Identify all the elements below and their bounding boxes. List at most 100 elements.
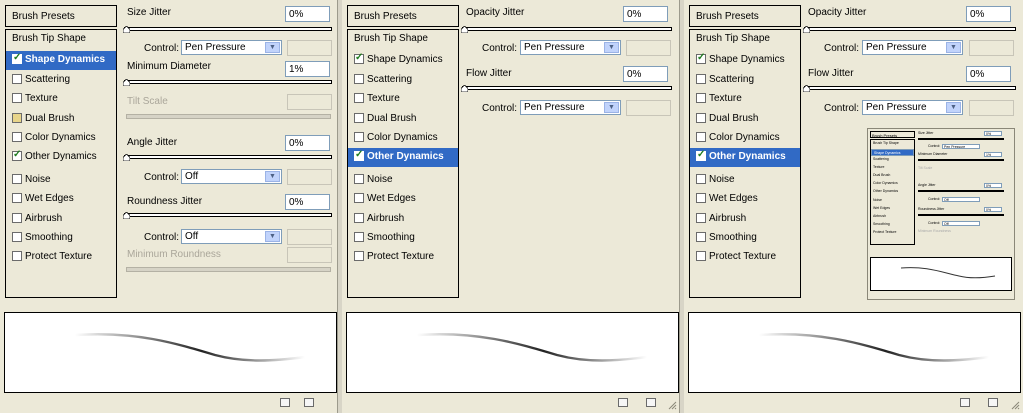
- angle-jitter-slider[interactable]: [123, 152, 332, 162]
- roundness-jitter-input[interactable]: 0%: [285, 194, 330, 210]
- checkbox[interactable]: [354, 193, 364, 203]
- brush-presets-tab[interactable]: Brush Presets: [347, 5, 459, 27]
- flow-jitter-input[interactable]: 0%: [623, 66, 668, 82]
- option-protect-texture[interactable]: Protect Texture: [348, 248, 458, 267]
- option-airbrush[interactable]: Airbrush: [690, 210, 800, 229]
- brush-tip-shape-item[interactable]: Brush Tip Shape: [690, 30, 800, 49]
- checkbox[interactable]: [696, 251, 706, 261]
- checkbox[interactable]: [354, 74, 364, 84]
- checkbox[interactable]: [12, 74, 22, 84]
- checkbox[interactable]: [354, 213, 364, 223]
- slider-thumb-icon[interactable]: [461, 85, 468, 92]
- slider-thumb-icon[interactable]: [461, 26, 468, 33]
- checkbox[interactable]: [696, 132, 706, 142]
- slider-thumb-icon[interactable]: [123, 26, 130, 33]
- option-dual-brush[interactable]: Dual Brush: [348, 110, 458, 129]
- option-dual-brush[interactable]: Dual Brush: [690, 110, 800, 129]
- chevron-down-icon[interactable]: ▼: [946, 42, 961, 53]
- flow-control-select[interactable]: Pen Pressure ▼: [520, 100, 621, 115]
- option-color-dynamics[interactable]: Color Dynamics: [6, 129, 116, 148]
- checkbox[interactable]: [12, 251, 22, 261]
- checkbox[interactable]: [354, 174, 364, 184]
- resize-grip-icon[interactable]: [667, 400, 677, 410]
- checkbox[interactable]: [354, 113, 364, 123]
- checkbox[interactable]: [696, 213, 706, 223]
- option-other-dynamics[interactable]: Other Dynamics: [6, 148, 116, 167]
- option-smoothing[interactable]: Smoothing: [690, 229, 800, 248]
- option-wet-edges[interactable]: Wet Edges: [690, 190, 800, 209]
- angle-jitter-input[interactable]: 0%: [285, 135, 330, 151]
- option-texture[interactable]: Texture: [690, 90, 800, 109]
- option-shape-dynamics[interactable]: Shape Dynamics: [348, 51, 458, 70]
- checkbox[interactable]: [12, 93, 22, 103]
- option-shape-dynamics[interactable]: Shape Dynamics: [690, 51, 800, 70]
- option-scattering[interactable]: Scattering: [6, 71, 116, 90]
- option-shape-dynamics[interactable]: Shape Dynamics: [6, 51, 116, 70]
- resize-grip-icon[interactable]: [1010, 400, 1020, 410]
- checkbox[interactable]: [12, 52, 22, 64]
- option-wet-edges[interactable]: Wet Edges: [348, 190, 458, 209]
- option-protect-texture[interactable]: Protect Texture: [690, 248, 800, 267]
- checkbox[interactable]: [354, 132, 364, 142]
- checkbox[interactable]: [696, 52, 706, 64]
- new-preset-icon[interactable]: [618, 398, 628, 407]
- flow-jitter-slider[interactable]: [803, 83, 1016, 93]
- size-control-select[interactable]: Pen Pressure ▼: [181, 40, 282, 55]
- checkbox[interactable]: [696, 193, 706, 203]
- checkbox[interactable]: [696, 113, 706, 123]
- checkbox[interactable]: [12, 232, 22, 242]
- checkbox[interactable]: [354, 93, 364, 103]
- slider-thumb-icon[interactable]: [123, 79, 130, 86]
- option-noise[interactable]: Noise: [690, 171, 800, 190]
- roundness-control-select[interactable]: Off ▼: [181, 229, 282, 244]
- option-scattering[interactable]: Scattering: [690, 71, 800, 90]
- min-diameter-slider[interactable]: [123, 77, 332, 87]
- slider-thumb-icon[interactable]: [803, 26, 810, 33]
- option-color-dynamics[interactable]: Color Dynamics: [348, 129, 458, 148]
- chevron-down-icon[interactable]: ▼: [265, 42, 280, 53]
- slider-thumb-icon[interactable]: [123, 212, 130, 219]
- checkbox[interactable]: [696, 232, 706, 242]
- checkbox[interactable]: [12, 174, 22, 184]
- slider-thumb-icon[interactable]: [803, 85, 810, 92]
- option-dual-brush[interactable]: Dual Brush: [6, 110, 116, 129]
- option-noise[interactable]: Noise: [6, 171, 116, 190]
- chevron-down-icon[interactable]: ▼: [946, 102, 961, 113]
- chevron-down-icon[interactable]: ▼: [265, 171, 280, 182]
- option-color-dynamics[interactable]: Color Dynamics: [690, 129, 800, 148]
- option-airbrush[interactable]: Airbrush: [6, 210, 116, 229]
- slider-thumb-icon[interactable]: [123, 154, 130, 161]
- checkbox[interactable]: [354, 232, 364, 242]
- checkbox[interactable]: [12, 213, 22, 223]
- option-texture[interactable]: Texture: [348, 90, 458, 109]
- opacity-jitter-slider[interactable]: [461, 24, 672, 34]
- checkbox[interactable]: [696, 93, 706, 103]
- checkbox[interactable]: [354, 251, 364, 261]
- checkbox[interactable]: [12, 193, 22, 203]
- checkbox[interactable]: [696, 174, 706, 184]
- option-noise[interactable]: Noise: [348, 171, 458, 190]
- size-jitter-input[interactable]: 0%: [285, 6, 330, 22]
- option-scattering[interactable]: Scattering: [348, 71, 458, 90]
- min-diameter-input[interactable]: 1%: [285, 61, 330, 77]
- checkbox[interactable]: [354, 52, 364, 64]
- option-other-dynamics[interactable]: Other Dynamics: [690, 148, 800, 167]
- opacity-control-select[interactable]: Pen Pressure ▼: [520, 40, 621, 55]
- option-texture[interactable]: Texture: [6, 90, 116, 109]
- trash-icon[interactable]: [988, 398, 998, 407]
- chevron-down-icon[interactable]: ▼: [604, 42, 619, 53]
- option-smoothing[interactable]: Smoothing: [6, 229, 116, 248]
- trash-icon[interactable]: [304, 398, 314, 407]
- option-smoothing[interactable]: Smoothing: [348, 229, 458, 248]
- roundness-jitter-slider[interactable]: [123, 210, 332, 220]
- option-airbrush[interactable]: Airbrush: [348, 210, 458, 229]
- checkbox[interactable]: [354, 149, 364, 161]
- brush-tip-shape-item[interactable]: Brush Tip Shape: [6, 30, 116, 49]
- new-preset-icon[interactable]: [960, 398, 970, 407]
- option-protect-texture[interactable]: Protect Texture: [6, 248, 116, 267]
- option-other-dynamics[interactable]: Other Dynamics: [348, 148, 458, 167]
- chevron-down-icon[interactable]: ▼: [265, 231, 280, 242]
- opacity-jitter-input[interactable]: 0%: [623, 6, 668, 22]
- trash-icon[interactable]: [646, 398, 656, 407]
- brush-presets-tab[interactable]: Brush Presets: [5, 5, 117, 27]
